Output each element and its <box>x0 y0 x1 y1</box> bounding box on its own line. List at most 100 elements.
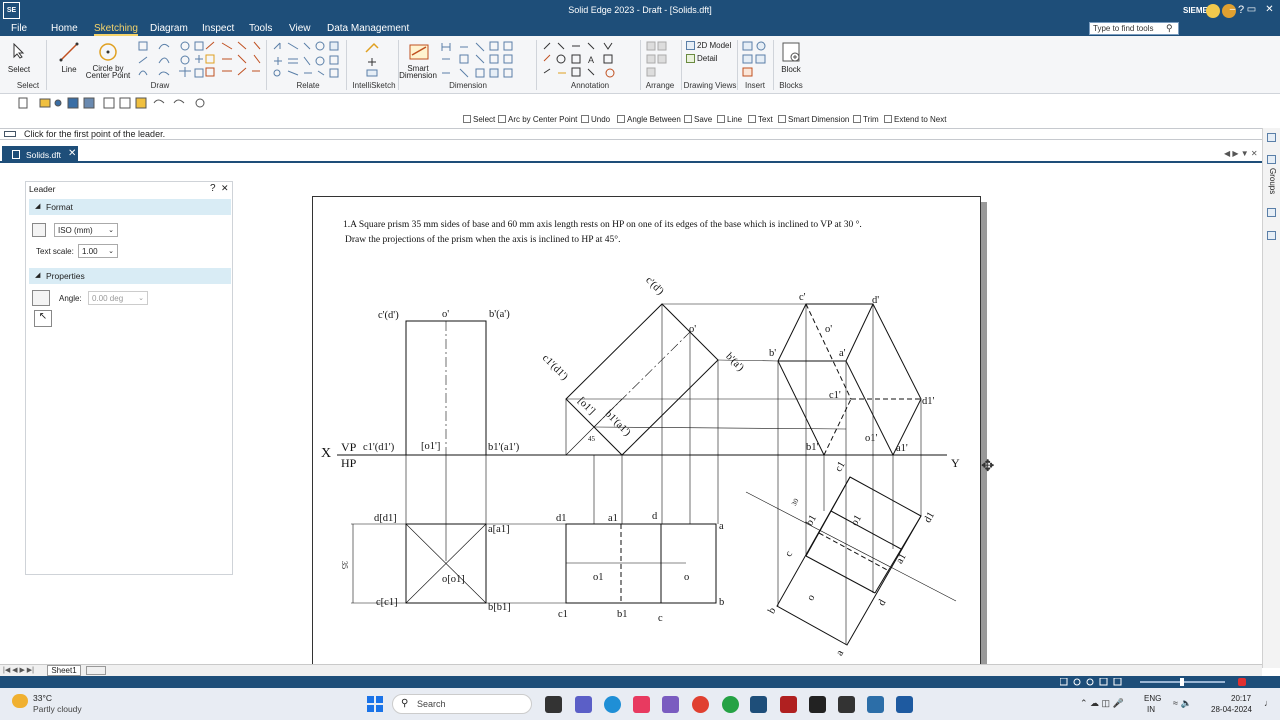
select-button-label[interactable]: Select <box>4 66 34 74</box>
label-tv3-a: a <box>834 648 846 658</box>
menu-file[interactable]: File <box>11 23 27 36</box>
style-icon[interactable] <box>32 223 46 237</box>
tab-solids-dft[interactable]: Solids.dft ✕ <box>2 146 78 163</box>
arrange-tools[interactable] <box>646 41 668 77</box>
cmd-arc-center[interactable]: Arc by Center Point <box>498 115 577 125</box>
cmd-save[interactable]: Save <box>684 115 712 125</box>
record-icon[interactable] <box>1238 678 1246 686</box>
weather-desc[interactable]: Partly cloudy <box>33 704 82 714</box>
menu-tools[interactable]: Tools <box>249 23 272 36</box>
taskbar-search[interactable]: ⚲ Search <box>392 694 532 714</box>
edge-icon[interactable] <box>604 696 621 713</box>
cmd-select[interactable]: Select <box>463 115 495 125</box>
view-tools-icons[interactable] <box>1059 677 1130 686</box>
app-icon-blue[interactable] <box>867 696 884 713</box>
angle-icon[interactable] <box>32 290 50 306</box>
cmd-extend[interactable]: Extend to Next <box>884 115 946 125</box>
groups-pane-icon[interactable] <box>1267 155 1276 164</box>
select-arrow-icon[interactable] <box>12 42 26 59</box>
text-scale-dropdown[interactable]: 1.00 ⌄ <box>78 244 118 258</box>
line-tool-icon[interactable] <box>59 42 79 64</box>
solid-edge-icon[interactable] <box>750 696 767 713</box>
label-fv3-o: o' <box>825 324 832 335</box>
cmd-line[interactable]: Line <box>717 115 742 125</box>
circle-button-label-2[interactable]: Center Point <box>82 72 134 80</box>
autocad-icon[interactable] <box>780 696 797 713</box>
task-view-icon[interactable] <box>545 696 562 713</box>
media-icon[interactable] <box>662 696 679 713</box>
label-tv1-aa1: a[a1] <box>488 524 510 535</box>
cmd-angle-between[interactable]: Angle Between <box>617 115 681 125</box>
smart-dimension-label-2[interactable]: Dimension <box>398 72 438 80</box>
app-icon-dark[interactable] <box>809 696 826 713</box>
prompt-text: Click for the first point of the leader. <box>24 129 166 139</box>
menu-inspect[interactable]: Inspect <box>202 23 234 36</box>
menu-diagram[interactable]: Diagram <box>150 23 188 36</box>
dimension-tools-grid[interactable] <box>440 41 516 81</box>
2d-model-button[interactable]: 2D Model <box>697 41 731 50</box>
maximize-button[interactable]: ▭ <box>1244 2 1259 17</box>
teams-icon[interactable] <box>575 696 592 713</box>
chrome-icon[interactable] <box>692 696 709 713</box>
leader-help-icon[interactable]: ? <box>210 183 216 194</box>
line-button-label[interactable]: Line <box>52 66 86 74</box>
angle-dropdown[interactable]: 0.00 deg ⌄ <box>88 291 148 305</box>
sheet-tab-sheet1[interactable]: Sheet1 <box>47 665 81 676</box>
annotation-tools-grid[interactable]: A <box>542 41 622 81</box>
cmd-trim[interactable]: Trim <box>853 115 879 125</box>
insert-tools[interactable] <box>742 41 768 79</box>
block-icon[interactable] <box>781 41 801 65</box>
close-button[interactable]: ✕ <box>1262 2 1277 17</box>
cmd-text[interactable]: Text <box>748 115 773 125</box>
cmd-undo[interactable]: Undo <box>581 115 610 125</box>
menu-home[interactable]: Home <box>51 23 78 36</box>
wb-icon[interactable] <box>838 696 855 713</box>
menu-view[interactable]: View <box>289 23 311 36</box>
group-insert: Insert <box>744 81 765 90</box>
intellisketch-icons[interactable] <box>364 42 380 78</box>
cmd-smart-dimension[interactable]: Smart Dimension <box>778 115 849 125</box>
format-section-header[interactable]: ◢ Format <box>29 199 231 215</box>
minimize-button[interactable]: – <box>1225 2 1240 17</box>
drawing-sheet[interactable]: 1.A Square prism 35 mm sides of base and… <box>312 196 981 666</box>
windows-start-icon[interactable] <box>367 696 383 712</box>
lang-2[interactable]: IN <box>1147 705 1155 714</box>
tab-close-icon[interactable]: ✕ <box>68 148 76 159</box>
zoom-slider-thumb[interactable] <box>1180 678 1184 686</box>
detail-button[interactable]: Detail <box>697 54 717 63</box>
leader-close-icon[interactable]: ✕ <box>221 183 229 194</box>
tab-nav-icons[interactable]: ◀ ▶ ▼ ✕ <box>1224 149 1258 158</box>
pane-icon[interactable] <box>1267 133 1276 142</box>
add-sheet-icon[interactable] <box>86 666 106 675</box>
modify-tools-grid[interactable] <box>204 41 264 81</box>
library-icon[interactable] <box>1267 208 1276 217</box>
standard-dropdown[interactable]: ISO (mm) ⌄ <box>54 223 118 237</box>
whatsapp-icon[interactable] <box>722 696 739 713</box>
clock-time[interactable]: 20:17 <box>1231 694 1251 703</box>
network-volume-icons[interactable]: ≈ 🔈 <box>1173 698 1192 709</box>
groups-label[interactable]: Groups <box>1268 168 1277 194</box>
leader-arrow-icon[interactable]: ↖ <box>34 310 52 327</box>
circle-tool-icon[interactable] <box>97 42 119 64</box>
properties-section-header[interactable]: ◢ Properties <box>29 268 231 284</box>
search-icon[interactable]: ⚲ <box>1166 23 1173 34</box>
notification-icon[interactable]: ♩ <box>1264 698 1273 708</box>
menu-sketching[interactable]: Sketching <box>94 23 138 36</box>
tray-icons[interactable]: ⌃ ☁ ◫ 🎤 <box>1080 698 1124 709</box>
app-icon-blue-2[interactable] <box>896 696 913 713</box>
sheet-nav-icons[interactable]: |◀ ◀ ▶ ▶| <box>3 666 34 674</box>
detail-icon[interactable] <box>686 54 695 63</box>
clock-date[interactable]: 28-04-2024 <box>1211 705 1252 714</box>
weather-icon[interactable] <box>12 694 28 708</box>
quick-access-icons[interactable] <box>18 97 218 109</box>
relate-tools-grid[interactable] <box>272 41 342 81</box>
smart-dimension-icon[interactable] <box>408 41 430 65</box>
help-pane-icon[interactable] <box>1267 231 1276 240</box>
block-button-label[interactable]: Block <box>776 66 806 74</box>
2d-model-icon[interactable] <box>686 41 695 50</box>
menu-data-management[interactable]: Data Management <box>327 23 409 36</box>
music-icon[interactable] <box>633 696 650 713</box>
lang-1[interactable]: ENG <box>1144 694 1161 703</box>
smiley-icon[interactable] <box>1206 4 1220 18</box>
weather-temp[interactable]: 33°C <box>33 693 52 703</box>
